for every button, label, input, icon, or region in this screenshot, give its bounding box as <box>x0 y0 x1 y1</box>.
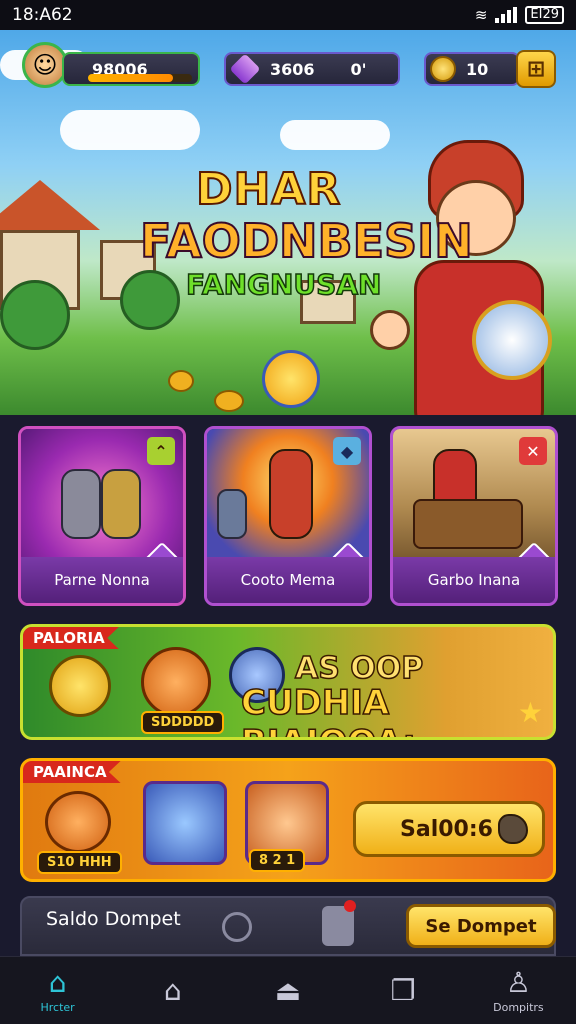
cube-icon[interactable]: ◆ <box>333 437 361 465</box>
promo-tag: PALORIA <box>23 627 119 649</box>
cards-icon: ❐ <box>390 973 416 1007</box>
tree-illustration <box>120 270 180 330</box>
cloud <box>280 120 390 150</box>
star-icon: ★ <box>517 696 543 729</box>
nav-shop[interactable]: ⏏ <box>230 957 345 1024</box>
promo-subheading: CUDHIA BIAIOOA: <box>240 682 416 737</box>
shop-icon: ⏏ <box>274 973 302 1007</box>
pet-tag: PAAINCA <box>23 761 121 783</box>
plus-icon: ⊞ <box>526 56 546 82</box>
coin-value: 10 <box>466 59 489 79</box>
promo-chip: SDDDDD <box>141 711 225 734</box>
profile-icon: ♙ <box>505 965 531 999</box>
wallet-button[interactable]: Se Dompet <box>406 904 556 948</box>
close-icon[interactable]: ✕ <box>519 437 547 465</box>
nav-profile[interactable]: ♙ Dompitrs <box>461 957 576 1024</box>
gem-icon <box>229 53 261 85</box>
nav-cards[interactable]: ❐ <box>346 957 461 1024</box>
price-chip: S10 HHH <box>37 851 122 874</box>
game-card[interactable]: ◆ Cooto Mema <box>204 426 372 606</box>
fox-pet-illustration <box>45 791 111 853</box>
game-card[interactable]: ⌃ Parne Nonna <box>18 426 186 606</box>
cat-mascot-illustration <box>49 655 111 717</box>
status-bar: 18:A62 ≋ EI29 <box>0 0 576 30</box>
saldo-button[interactable]: Sal00:6 <box>353 801 545 857</box>
add-currency-button[interactable]: ⊞ <box>516 50 556 88</box>
wifi-icon: ≋ <box>474 6 488 24</box>
promo-banner[interactable]: PALORIA SDDDDD AS OOP CUDHIA BIAIOOA: ★ <box>20 624 556 740</box>
game-card[interactable]: ✕ Garbo Inana <box>390 426 558 606</box>
xp-progress-bar <box>88 74 192 82</box>
gem-value: 3606 <box>270 59 315 79</box>
coin-illustration <box>214 390 244 412</box>
roof-illustration <box>0 180 100 230</box>
coin-illustration <box>168 370 194 392</box>
signal-icon <box>495 7 518 23</box>
wallet-title: Saldo Dompet <box>46 908 181 930</box>
nav-house[interactable]: ⌂ <box>115 957 230 1024</box>
home-icon: ⌂ <box>48 965 67 999</box>
fox-mascot-illustration <box>141 647 211 717</box>
wallet-panel: Saldo Dompet Se Dompet <box>20 896 556 956</box>
timer-icon[interactable] <box>222 912 252 942</box>
nav-profile-label: Dompitrs <box>493 1000 544 1014</box>
mascot-blob <box>262 350 320 408</box>
tree-illustration <box>0 280 70 350</box>
cloud <box>60 110 200 150</box>
game-title-line3: FANGNUSAN <box>185 267 382 302</box>
card-label: Garbo Inana <box>393 557 555 603</box>
pet-card[interactable] <box>143 781 227 865</box>
pet-banner[interactable]: PAAINCA S10 HHH 8 2 1 Sal00:6 <box>20 758 556 882</box>
house-outline-icon: ⌂ <box>163 973 182 1007</box>
notification-dot <box>344 900 356 912</box>
jar-icon[interactable] <box>322 906 354 946</box>
gem-counter[interactable]: 3606 0' <box>224 52 400 86</box>
ore-icon <box>498 814 528 844</box>
card-label: Parne Nonna <box>21 557 183 603</box>
status-icons: ≋ EI29 <box>475 6 564 24</box>
game-cards-row: ⌃ Parne Nonna ◆ Cooto Mema ✕ Garbo Inana <box>18 426 558 606</box>
game-title-line2: FAODNBESIN <box>139 213 474 269</box>
counter-chip: 8 2 1 <box>249 849 306 872</box>
status-time: 18:A62 <box>12 5 73 25</box>
battery-indicator: EI29 <box>525 6 564 24</box>
nav-home-label: Hrcter <box>40 1000 75 1014</box>
coin-counter[interactable]: 10 <box>424 52 520 86</box>
nav-home[interactable]: ⌂ Hrcter <box>0 957 115 1024</box>
promo-heading: AS OOP <box>294 650 424 687</box>
saldo-button-label: Sal00:6 <box>400 816 493 842</box>
hero-character <box>370 130 570 415</box>
chevron-icon[interactable]: ⌃ <box>147 437 175 465</box>
coin-icon <box>430 56 456 82</box>
card-label: Cooto Mema <box>207 557 369 603</box>
game-title-line1: DHAR <box>195 163 342 216</box>
bottom-navigation: ⌂ Hrcter ⌂ ⏏ ❐ ♙ Dompitrs <box>0 956 576 1024</box>
gem-extra-value: 0' <box>350 59 367 79</box>
hero-banner[interactable]: DHAR FAODNBESIN FANGNUSAN <box>0 30 576 415</box>
